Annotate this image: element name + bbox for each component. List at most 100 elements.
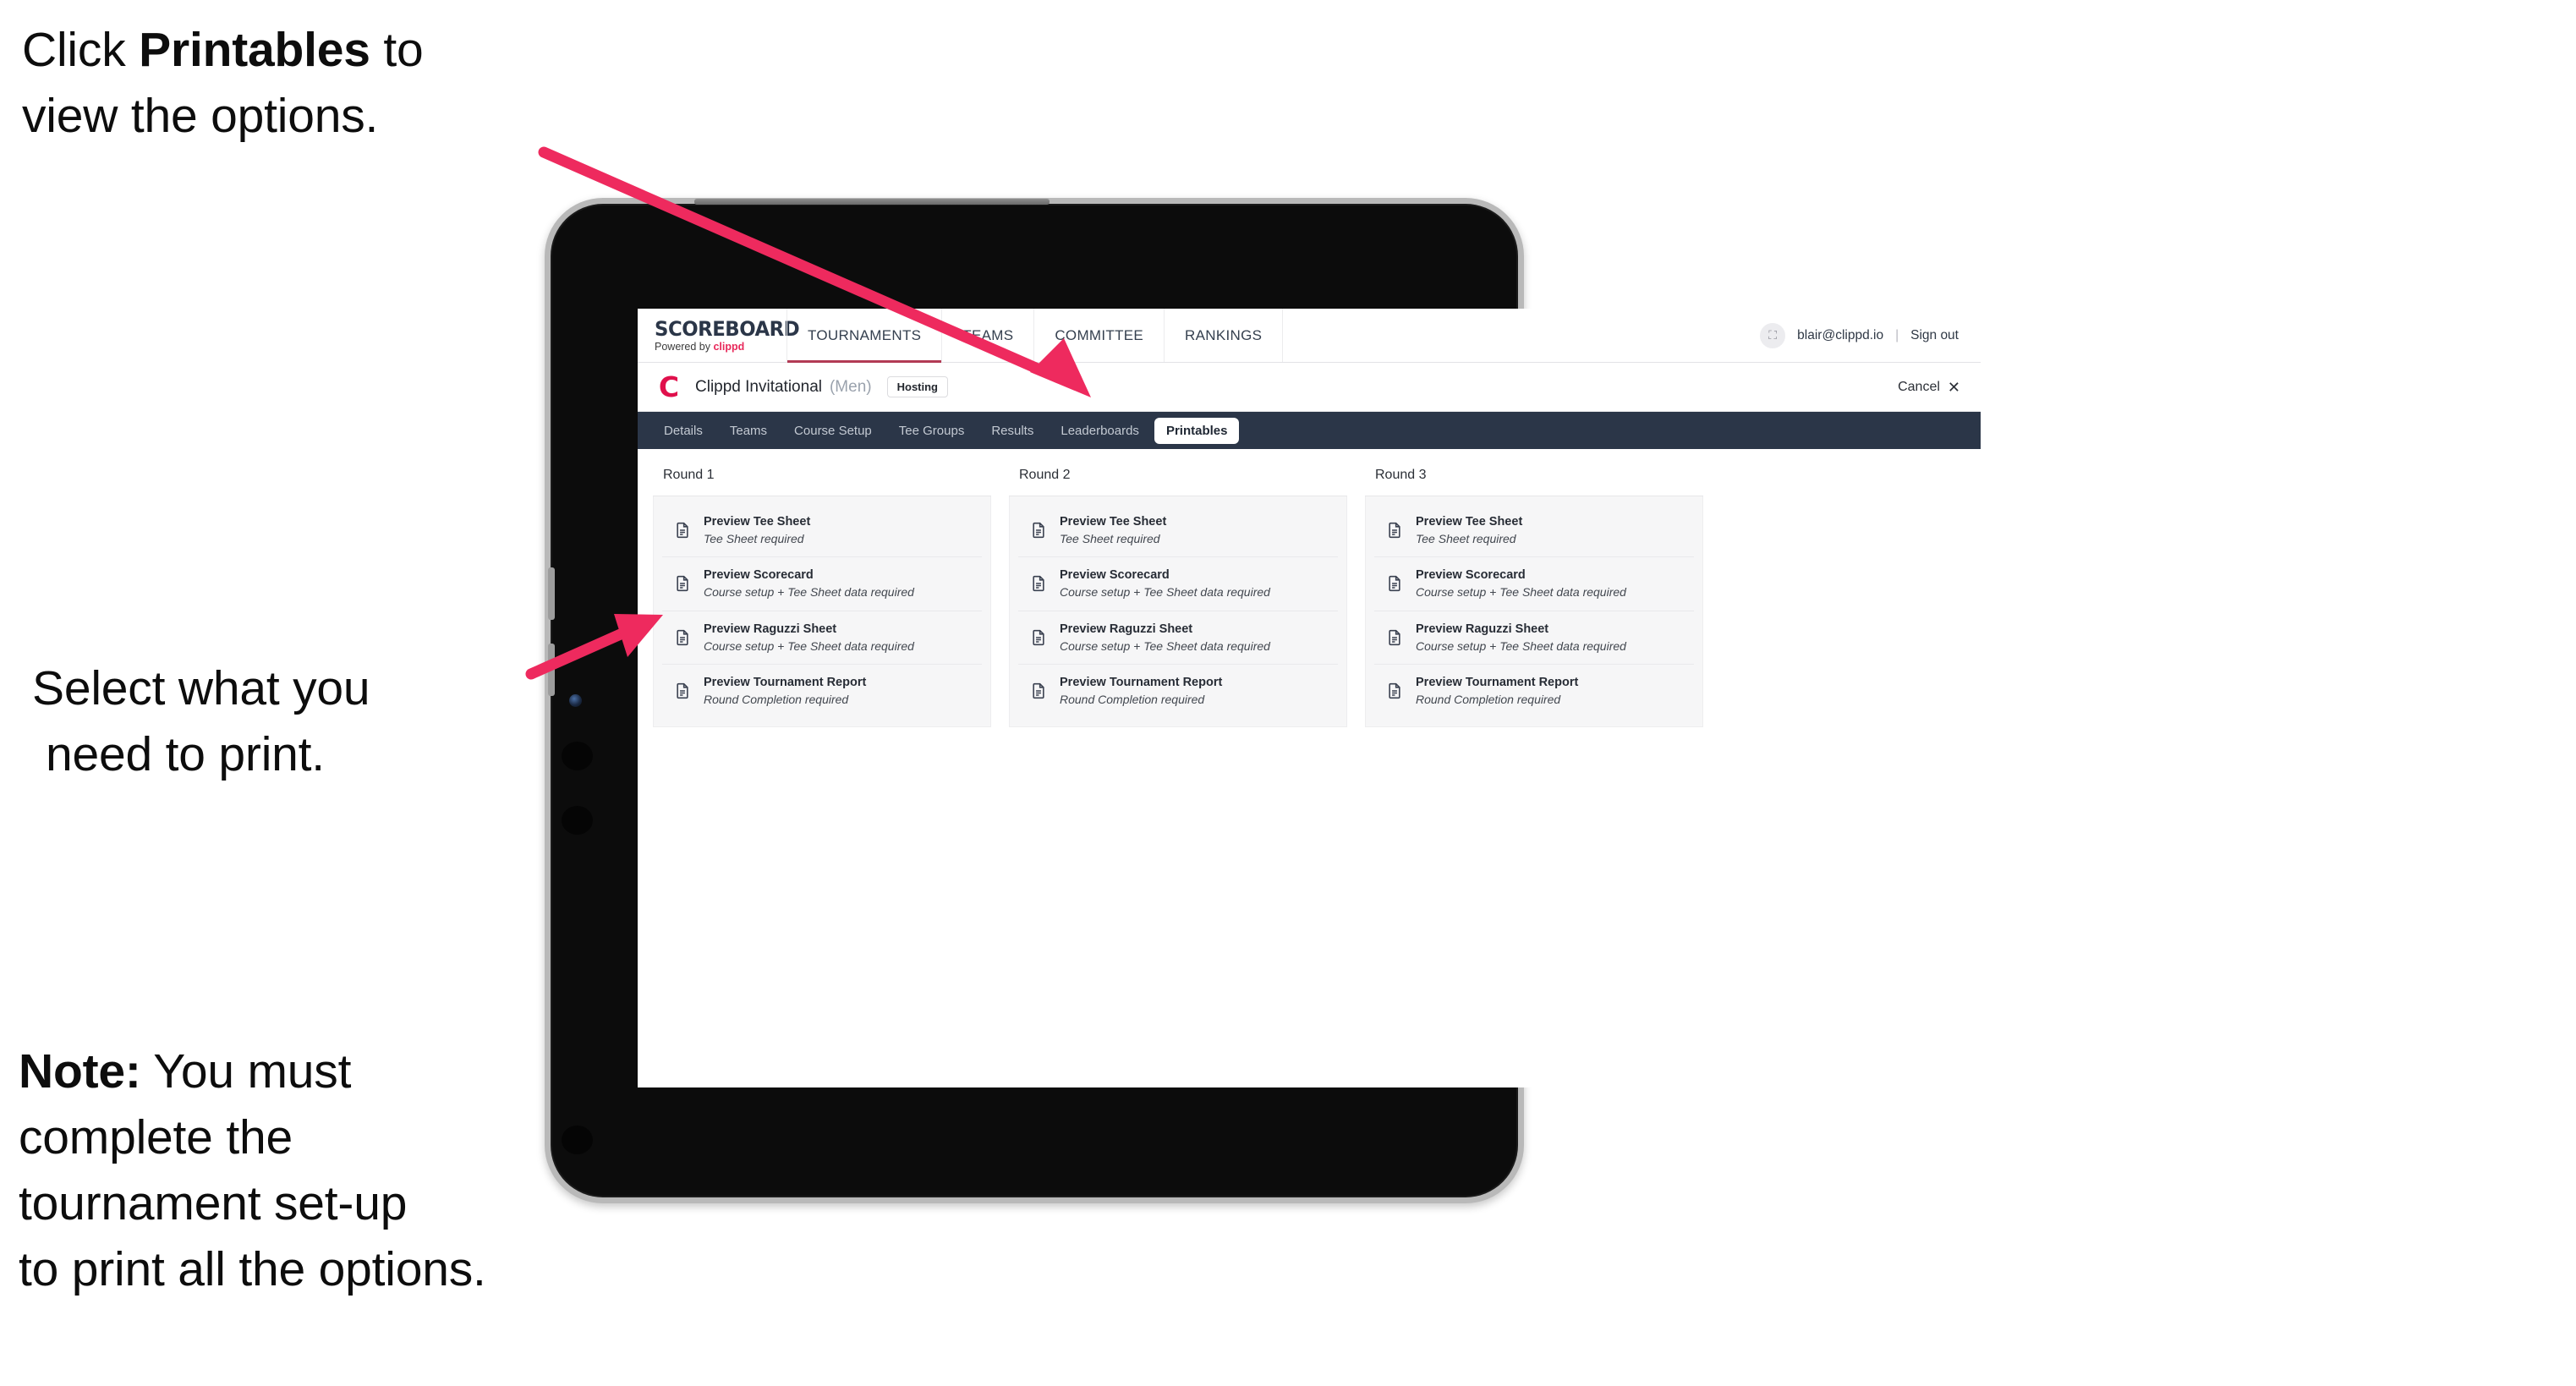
tournament-tab-strip: Details Teams Course Setup Tee Groups Re…: [638, 412, 1981, 449]
printable-requirement: Round Completion required: [1060, 693, 1205, 707]
printable-title: Preview Tournament Report: [1060, 675, 1223, 689]
tournament-header: C Clippd Invitational (Men) Hosting Canc…: [638, 363, 1981, 412]
tab-results[interactable]: Results: [979, 418, 1045, 444]
close-icon: ✕: [1947, 378, 1960, 396]
tab-leaderboards[interactable]: Leaderboards: [1049, 418, 1151, 444]
tab-label-leaderboards: Leaderboards: [1061, 423, 1139, 438]
topnav-item-tournaments[interactable]: TOURNAMENTS: [787, 309, 942, 363]
cancel-label: Cancel: [1898, 379, 1940, 394]
printable-requirement: Tee Sheet required: [1416, 532, 1516, 546]
round-column-3: Round 3 Preview Tee Sheet Tee Sheet requ…: [1365, 468, 1703, 728]
annotation-select-line1: Select what you: [32, 661, 370, 715]
topnav-spacer: [1282, 309, 1745, 362]
volume-up-button[interactable]: [548, 567, 555, 620]
topnav-item-rankings[interactable]: RANKINGS: [1164, 309, 1282, 362]
printable-title: Preview Scorecard: [1060, 568, 1170, 583]
annotation-click-printables: Click Printables to view the options.: [22, 17, 580, 149]
printable-item-tee-sheet-r3[interactable]: Preview Tee Sheet Tee Sheet required: [1374, 504, 1694, 558]
document-icon: [1385, 574, 1404, 593]
scoreboard-tagline: Powered by clippd: [655, 342, 787, 353]
topnav-label-committee: COMMITTEE: [1055, 326, 1144, 343]
printable-item-tournament-report-r2[interactable]: Preview Tournament Report Round Completi…: [1018, 664, 1338, 718]
tab-label-details: Details: [664, 423, 703, 438]
account-area: ⛶ blair@clippd.io | Sign out: [1745, 309, 1981, 362]
tab-course-setup[interactable]: Course Setup: [782, 418, 884, 444]
tablet-top-edge-strip: [694, 199, 1050, 205]
avatar[interactable]: ⛶: [1760, 322, 1786, 348]
printable-title: Preview Raguzzi Sheet: [1060, 622, 1193, 636]
annotation-note-line2: complete the: [19, 1110, 293, 1165]
printable-title: Preview Tournament Report: [704, 675, 867, 689]
app-top-navigation-bar: SCOREBOARD Powered by clippd TOURNAMENTS…: [638, 309, 1981, 363]
scoreboard-wordmark: SCOREBOARD: [655, 316, 800, 341]
annotation-select-print: Select what you need to print.: [32, 655, 556, 787]
printable-item-tee-sheet-r1[interactable]: Preview Tee Sheet Tee Sheet required: [662, 504, 982, 558]
printable-requirement: Tee Sheet required: [1060, 532, 1160, 546]
sign-out-link[interactable]: Sign out: [1910, 328, 1959, 343]
clippd-logo-icon: C: [655, 373, 683, 402]
printable-requirement: Course setup + Tee Sheet data required: [1416, 638, 1626, 653]
document-icon: [1029, 682, 1048, 700]
tab-label-tee-groups: Tee Groups: [898, 423, 965, 438]
scoreboard-logo[interactable]: SCOREBOARD Powered by clippd: [638, 309, 800, 362]
annotation-note-label: Note:: [19, 1044, 141, 1098]
printable-item-tee-sheet-r2[interactable]: Preview Tee Sheet Tee Sheet required: [1018, 504, 1338, 558]
printable-title: Preview Scorecard: [704, 568, 814, 583]
printable-requirement: Course setup + Tee Sheet data required: [704, 585, 914, 600]
printable-title: Preview Tee Sheet: [1416, 515, 1523, 529]
round-column-2: Round 2 Preview Tee Sheet Tee Sheet requ…: [1009, 468, 1347, 728]
annotation-click-prefix: Click: [22, 23, 140, 77]
printable-item-tournament-report-r1[interactable]: Preview Tournament Report Round Completi…: [662, 664, 982, 718]
tab-details[interactable]: Details: [652, 418, 715, 444]
volume-down-button[interactable]: [548, 644, 555, 696]
document-icon: [673, 521, 692, 540]
topnav-label-teams: TEAMS: [962, 326, 1014, 343]
bezel-dot-two: [562, 806, 593, 835]
annotation-note-line4: to print all the options.: [19, 1242, 486, 1297]
topnav-label-tournaments: TOURNAMENTS: [808, 326, 922, 343]
document-icon: [1029, 628, 1048, 647]
annotation-click-bold: Printables: [139, 23, 370, 77]
tab-teams[interactable]: Teams: [718, 418, 779, 444]
tournament-name: Clippd Invitational: [695, 377, 822, 396]
document-icon: [1385, 682, 1404, 700]
printable-title: Preview Tee Sheet: [1060, 515, 1167, 529]
tab-label-results: Results: [991, 423, 1034, 438]
document-icon: [1385, 628, 1404, 647]
printable-item-scorecard-r1[interactable]: Preview Scorecard Course setup + Tee She…: [662, 557, 982, 611]
round-title-3: Round 3: [1365, 468, 1703, 496]
topnav-item-committee[interactable]: COMMITTEE: [1033, 309, 1164, 362]
printable-item-raguzzi-sheet-r1[interactable]: Preview Raguzzi Sheet Course setup + Tee…: [662, 611, 982, 665]
printable-item-raguzzi-sheet-r3[interactable]: Preview Raguzzi Sheet Course setup + Tee…: [1374, 611, 1694, 665]
topnav-item-teams[interactable]: TEAMS: [941, 309, 1033, 362]
bezel-dot-one: [562, 742, 593, 770]
tournament-gender: (Men): [829, 377, 872, 396]
account-email: blair@clippd.io: [1797, 327, 1884, 342]
document-icon: [1385, 521, 1404, 540]
clippd-logo-letter: C: [658, 370, 680, 403]
round-title-1: Round 1: [653, 468, 991, 496]
printable-title: Preview Tournament Report: [1416, 675, 1579, 689]
round-title-2: Round 2: [1009, 468, 1347, 496]
round-column-1: Round 1 Preview Tee Sheet Tee Sheet requ…: [653, 468, 991, 728]
printable-requirement: Round Completion required: [704, 693, 849, 707]
printable-title: Preview Raguzzi Sheet: [704, 622, 837, 636]
account-separator: |: [1895, 327, 1899, 342]
tagline-brand: clippd: [713, 340, 745, 353]
printable-title: Preview Raguzzi Sheet: [1416, 622, 1549, 636]
topnav-label-rankings: RANKINGS: [1185, 326, 1263, 343]
tab-printables[interactable]: Printables: [1154, 417, 1240, 444]
printables-content: Round 1 Preview Tee Sheet Tee Sheet requ…: [638, 449, 1981, 728]
tab-label-printables: Printables: [1165, 423, 1228, 438]
printable-item-raguzzi-sheet-r2[interactable]: Preview Raguzzi Sheet Course setup + Tee…: [1018, 611, 1338, 665]
printable-item-scorecard-r3[interactable]: Preview Scorecard Course setup + Tee She…: [1374, 557, 1694, 611]
cancel-button[interactable]: Cancel ✕: [1898, 380, 1960, 395]
printable-item-scorecard-r2[interactable]: Preview Scorecard Course setup + Tee She…: [1018, 557, 1338, 611]
printable-requirement: Tee Sheet required: [704, 532, 804, 546]
printable-item-tournament-report-r3[interactable]: Preview Tournament Report Round Completi…: [1374, 664, 1694, 718]
tab-tee-groups[interactable]: Tee Groups: [887, 418, 977, 444]
round-items-3: Preview Tee Sheet Tee Sheet required Pre…: [1365, 496, 1703, 728]
printable-title: Preview Tee Sheet: [704, 515, 811, 529]
app-screen: SCOREBOARD Powered by clippd TOURNAMENTS…: [638, 309, 1981, 1087]
annotation-click-line2: view the options.: [22, 89, 379, 144]
